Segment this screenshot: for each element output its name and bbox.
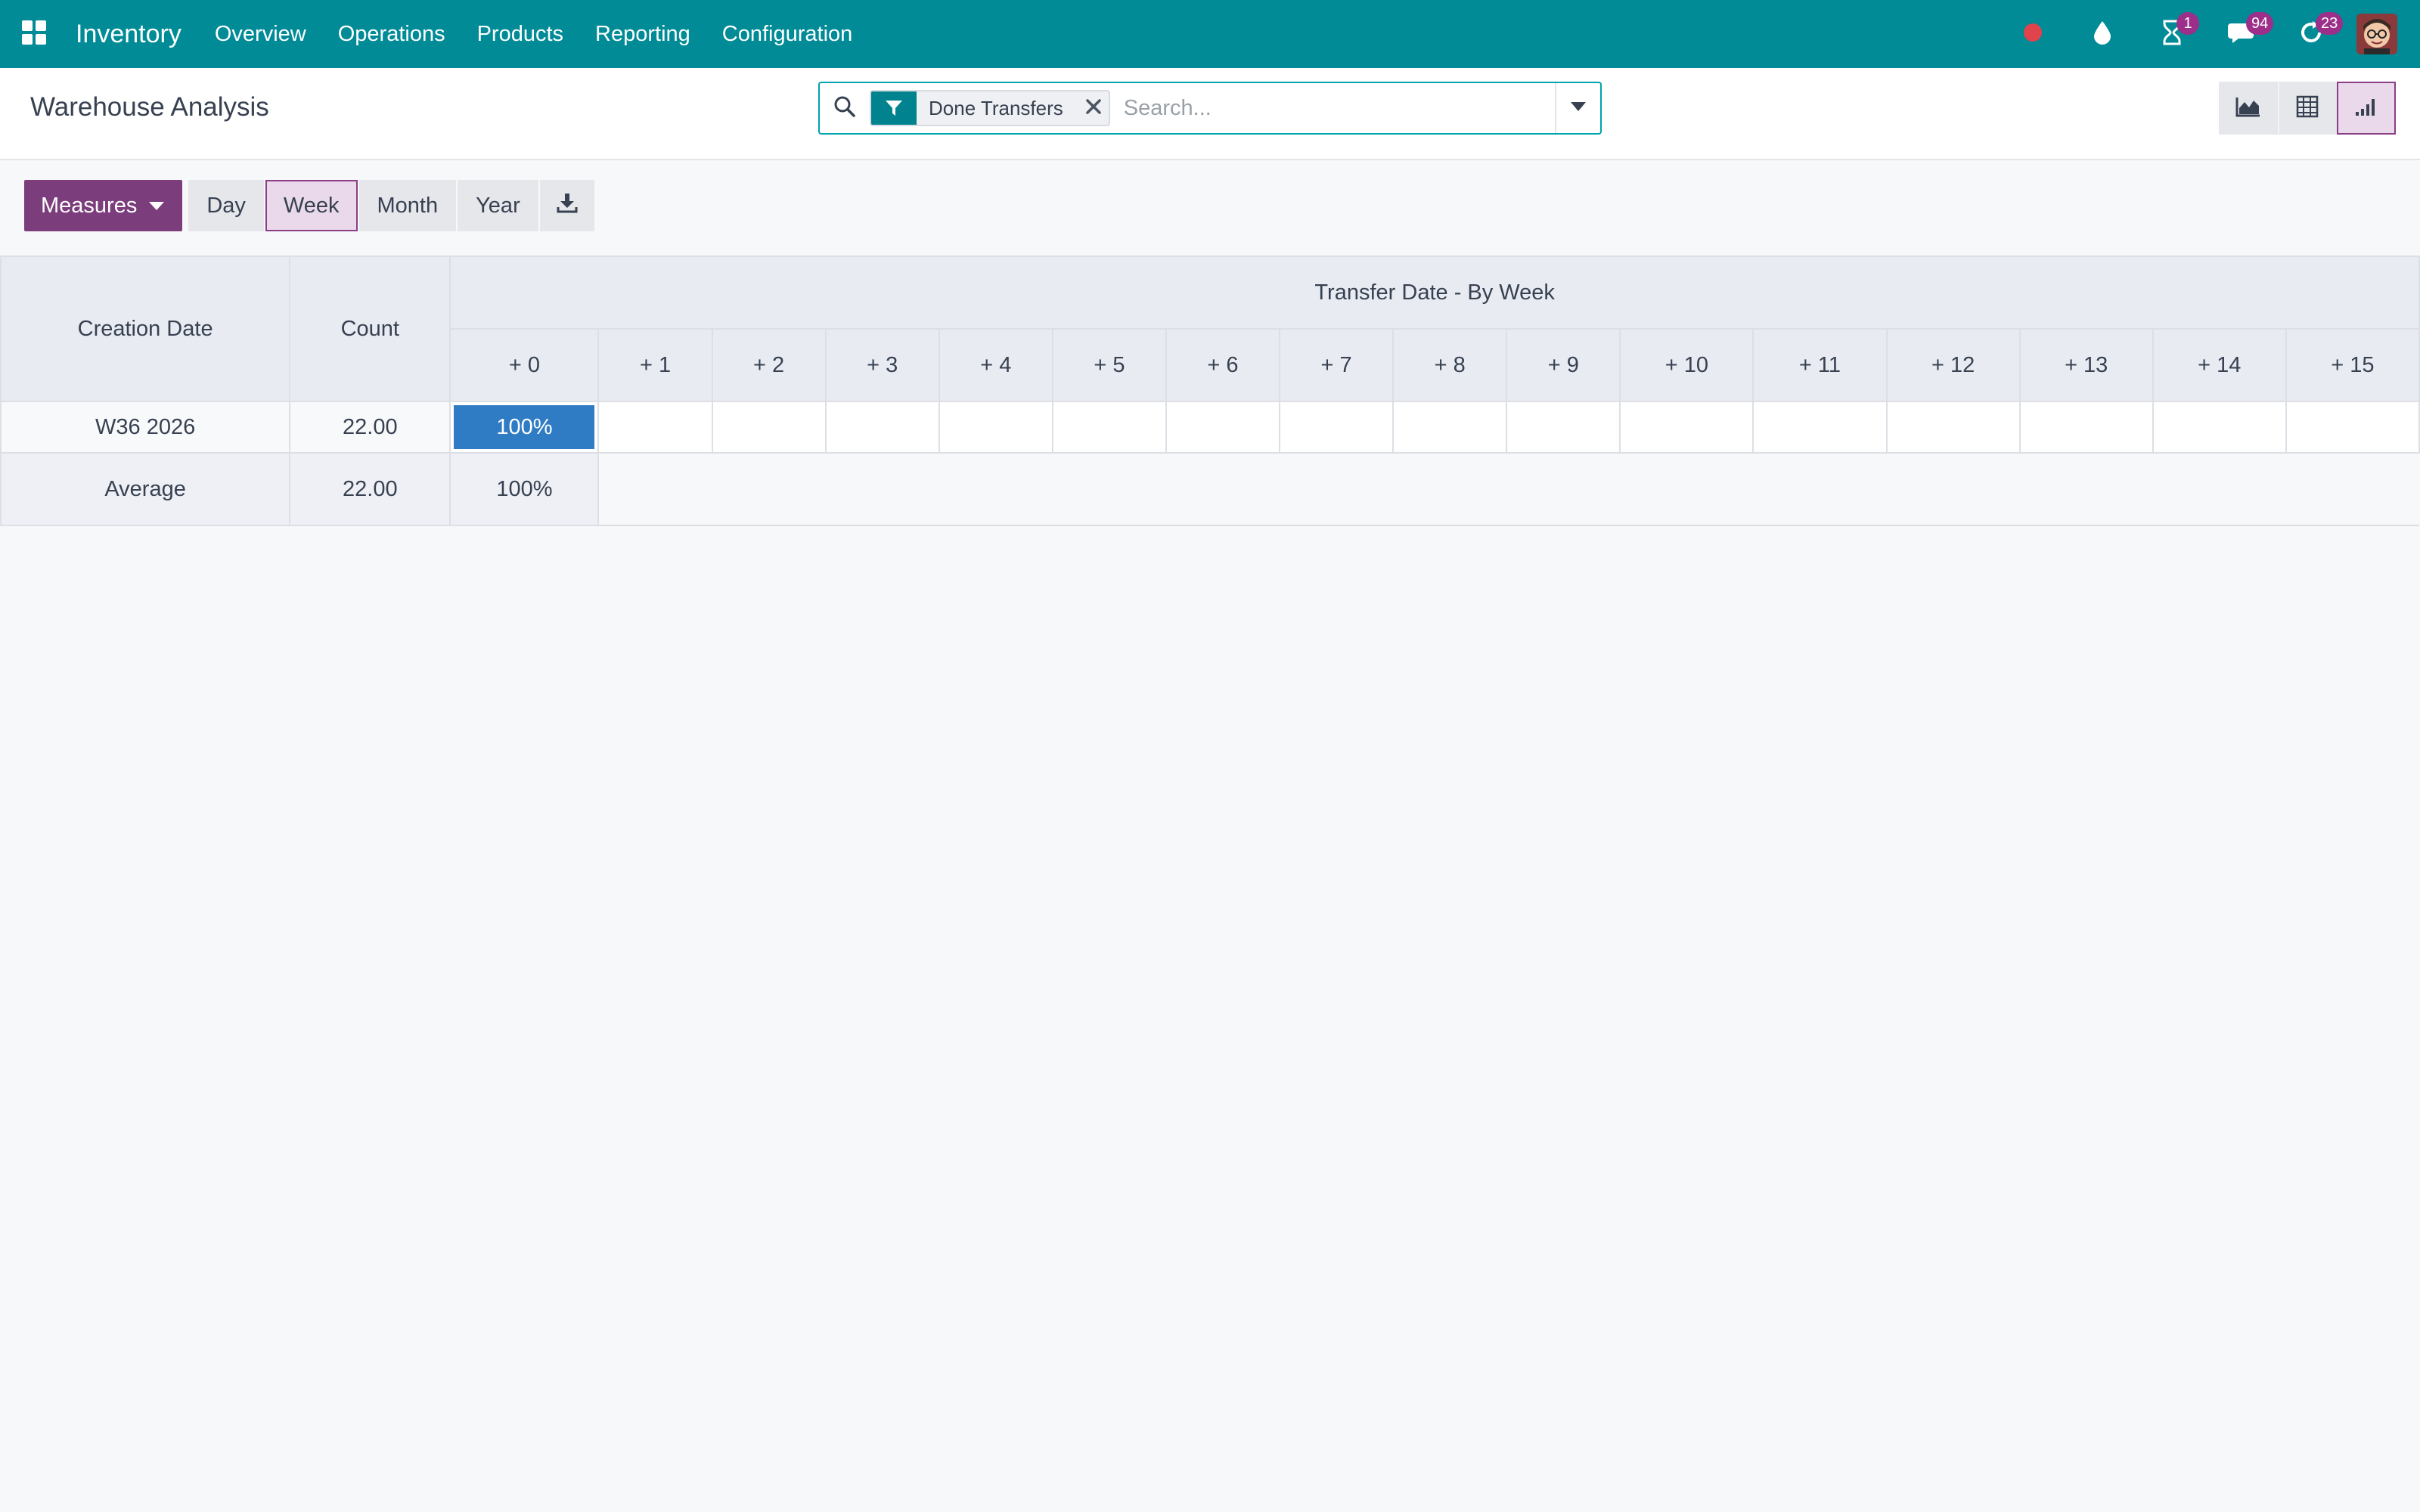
cohort-cell (1392, 401, 1508, 454)
remove-facet-button[interactable] (1078, 91, 1109, 125)
search-input[interactable] (1109, 85, 1555, 131)
cohort-cell (1506, 401, 1621, 454)
droplet-icon (2093, 20, 2112, 49)
recording-status[interactable] (2010, 0, 2055, 68)
cohort-cell (2152, 401, 2287, 454)
menu-operations[interactable]: Operations (338, 22, 445, 47)
grid-icon (20, 19, 48, 50)
interval-week-button[interactable]: Week (265, 180, 358, 231)
column-header: + 7 (1279, 328, 1395, 402)
column-header: + 13 (2018, 328, 2154, 402)
column-header: + 8 (1392, 328, 1508, 402)
activities-badge: 1 (2176, 12, 2199, 35)
average-row: Average 22.00 100% (0, 452, 2419, 526)
table-grid-icon (2296, 95, 2319, 122)
messages-button[interactable]: 94 (2219, 0, 2274, 68)
cohort-view-button[interactable] (2337, 82, 2396, 135)
cohort-cell (711, 401, 827, 454)
pivot-view-button[interactable] (2278, 82, 2337, 135)
cohort-cell-value: 100% (454, 405, 595, 449)
signal-bars-icon (2354, 97, 2378, 120)
messages-badge: 94 (2246, 12, 2274, 35)
area-chart-icon (2235, 96, 2261, 121)
download-button[interactable] (539, 180, 594, 231)
cohort-cell (2285, 401, 2420, 454)
search-button[interactable] (820, 83, 870, 133)
cohort-cell (2018, 401, 2154, 454)
row-header: Creation Date (0, 256, 291, 402)
row-count: 22.00 (289, 401, 451, 454)
interval-day-button[interactable]: Day (188, 180, 264, 231)
search-bar: Done Transfers (818, 82, 1602, 135)
caret-down-icon (1571, 101, 1586, 115)
app-menu-button[interactable] (0, 0, 68, 68)
column-header: + 5 (1051, 328, 1167, 402)
filter-icon (871, 91, 917, 125)
column-header: + 9 (1506, 328, 1621, 402)
view-switcher (2219, 82, 2396, 135)
interval-month-button[interactable]: Month (358, 180, 457, 231)
count-header: Count (289, 256, 451, 402)
cohort-cell (938, 401, 1053, 454)
column-header: + 6 (1165, 328, 1281, 402)
caret-down-icon (149, 201, 165, 210)
cohort-cell (1885, 401, 2021, 454)
menu-configuration[interactable]: Configuration (722, 22, 853, 47)
graph-view-button[interactable] (2219, 82, 2278, 135)
cohort-cell (1051, 401, 1167, 454)
app-brand[interactable]: Inventory (76, 20, 182, 49)
group-header: Transfer Date - By Week (449, 256, 2420, 330)
row-label: W36 2026 (0, 401, 291, 454)
cohort-cell (597, 401, 713, 454)
cohort-table: Creation Date Count Transfer Date - By W… (0, 256, 2420, 526)
average-value: 100% (449, 452, 600, 526)
search-options-toggle[interactable] (1555, 83, 1600, 133)
measures-label: Measures (41, 193, 138, 218)
column-header: + 10 (1619, 328, 1754, 402)
top-navbar: Inventory Overview Operations Products R… (0, 0, 2420, 68)
cohort-cell[interactable]: 100% (449, 401, 600, 454)
column-header: + 15 (2285, 328, 2420, 402)
updates-badge: 23 (2316, 12, 2344, 35)
filter-facet: Done Transfers (870, 90, 1110, 126)
interval-year-button[interactable]: Year (458, 180, 538, 231)
column-header: + 0 (449, 328, 600, 402)
page-title: Warehouse Analysis (30, 92, 269, 122)
column-header: + 3 (824, 328, 940, 402)
column-header: + 1 (597, 328, 713, 402)
menu-reporting[interactable]: Reporting (595, 22, 690, 47)
column-header: + 2 (711, 328, 827, 402)
record-dot-icon (2022, 22, 2043, 47)
column-header: + 14 (2152, 328, 2287, 402)
cohort-cell (1752, 401, 1888, 454)
average-empty (598, 453, 2419, 526)
cohort-toolbar: Measures Day Week Month Year (24, 180, 594, 231)
close-icon (1085, 98, 1102, 119)
facet-label: Done Transfers (929, 96, 1063, 119)
menu-overview[interactable]: Overview (215, 22, 306, 47)
control-panel: Warehouse Analysis Done Transfers (0, 68, 2420, 160)
drop-button[interactable] (2080, 0, 2125, 68)
cohort-cell (1619, 401, 1754, 454)
user-avatar[interactable] (2356, 14, 2397, 54)
cohort-cell (824, 401, 940, 454)
cohort-cell (1279, 401, 1395, 454)
download-icon (557, 192, 578, 219)
systray: 1 94 23 (1986, 0, 2397, 68)
column-header: + 12 (1885, 328, 2021, 402)
column-header: + 4 (938, 328, 1053, 402)
average-count: 22.00 (289, 452, 451, 526)
table-row[interactable]: W36 2026 22.00 100% (0, 401, 2420, 454)
activities-button[interactable]: 1 (2149, 0, 2199, 68)
updates-button[interactable]: 23 (2288, 0, 2344, 68)
measures-dropdown[interactable]: Measures (24, 180, 183, 231)
menu-products[interactable]: Products (477, 22, 563, 47)
cohort-cell (1165, 401, 1281, 454)
average-label: Average (0, 452, 291, 526)
column-header: + 11 (1752, 328, 1888, 402)
search-icon (833, 95, 856, 122)
